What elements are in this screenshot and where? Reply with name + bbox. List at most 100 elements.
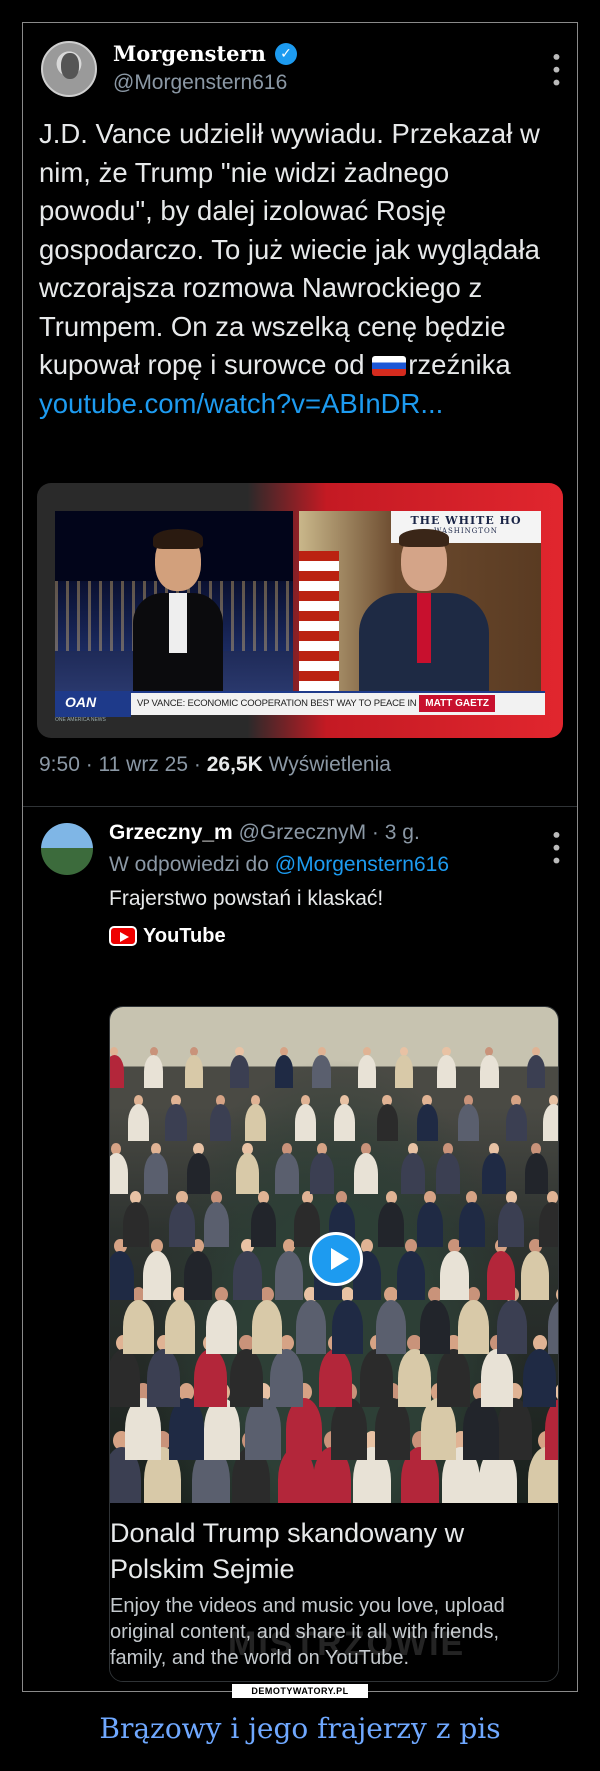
tweet-text: J.D. Vance udzielił wywiadu. Przekazał w… [39,115,567,423]
crowd-figure [496,1397,533,1460]
crowd-figure [419,1299,451,1354]
crowd-figure [524,1152,549,1195]
crowd-figure [458,1201,485,1248]
views-label: Wyświetlenia [268,753,391,776]
crowd-figure [144,1054,164,1088]
crowd-figure [394,1054,414,1088]
reply-text: Frajerstwo powstań i klaskać! [109,887,384,910]
reply-more-icon[interactable]: ••• [544,829,568,867]
youtube-label: YouTube [143,924,226,947]
tweet-text-body: J.D. Vance udzielił wywiadu. Przekazał w… [39,118,540,380]
crowd-figure [539,1201,558,1248]
youtube-source[interactable]: YouTube [109,921,226,951]
crowd-figure [416,1103,438,1141]
reply-header: Grzeczny_m @GrzecznyM · 3 g. [109,821,420,844]
crowd-figure [545,1397,558,1460]
tweet-date[interactable]: 11 wrz 25 [99,753,189,776]
crowd-figure [286,1397,322,1460]
crowd-figure [398,1348,432,1407]
reply-author-name[interactable]: Grzeczny_m [109,821,233,844]
crowd-figure [235,1152,260,1195]
crowd-figure [332,1299,363,1354]
crowd-figure [375,1299,407,1354]
reply-avatar[interactable] [41,823,93,875]
tweet-meta: 9:50 · 11 wrz 25 · 26,5K Wyświetlenia [39,753,391,776]
crowd-figure [275,1152,299,1195]
crowd-figure [122,1201,149,1248]
crowd-figure [357,1054,377,1088]
tweet-text-tail: rzeźnika [408,349,511,380]
crowd-figure [244,1103,266,1141]
play-icon[interactable] [309,1232,363,1286]
divider [23,806,577,807]
crowd-figure [437,1054,456,1088]
crowd-figure [526,1054,546,1088]
card-body: Donald Trump skandowany w Polskim Sejmie… [110,1503,558,1681]
site-badge[interactable]: DEMOTYWATORY.PL [232,1684,368,1698]
crowd-figure [245,1397,281,1460]
crowd-figure [186,1152,211,1195]
crowd-figure [480,1348,514,1407]
oan-subtitle: ONE AMERICA NEWS [55,717,106,723]
reply-to-link[interactable]: @Morgenstern616 [275,853,449,876]
crowd-figure [374,1397,411,1460]
crowd-figure [122,1299,154,1354]
crowd-figure [463,1397,499,1460]
crowd-figure [354,1152,378,1195]
crowd-figure [204,1397,240,1460]
crowd-figure [251,1299,283,1354]
tweet-link[interactable]: youtube.com/watch?v=ABInDR... [39,388,443,419]
crowd-figure [229,1348,263,1407]
crowd-figure [319,1348,353,1407]
crowd-figure [184,1250,213,1301]
crowd-figure [294,1103,316,1141]
author-avatar[interactable] [41,41,97,97]
tweet-time[interactable]: 9:50 [39,753,80,776]
crowd-head [556,1287,558,1303]
author-handle[interactable]: @Morgenstern616 [113,71,287,95]
crowd-figure [144,1152,168,1195]
card-title: Donald Trump skandowany w Polskim Sejmie [110,1518,465,1584]
youtube-icon [109,926,137,946]
crowd-figure [233,1250,262,1301]
crowd-figure [436,1152,460,1195]
reply-author-handle[interactable]: @GrzecznyM [239,821,367,844]
crowd-figure [110,1152,128,1195]
crowd-figure [169,1397,205,1460]
demotivator-frame: Morgenstern ✓ @Morgenstern616 ••• J.D. V… [22,22,578,1692]
author-name[interactable]: Morgenstern [113,41,266,66]
crowd-figure [203,1201,230,1248]
tweet-video[interactable]: THE WHITE HO WASHINGTON OAN VP VANCE: ECO… [37,483,563,738]
crowd-figure [295,1299,327,1354]
crowd-figure [440,1250,469,1301]
video-thumbnail[interactable] [110,1007,558,1503]
video-right-panel: THE WHITE HO WASHINGTON [299,511,541,697]
crowd-figure [110,1054,124,1088]
more-options-icon[interactable]: ••• [544,51,568,89]
show-name: MATT GAETZ [419,695,495,712]
crowd-figure [110,1250,135,1301]
news-ticker: OAN VP VANCE: ECONOMIC COOPERATION BEST … [55,691,545,717]
crowd-figure [125,1397,161,1460]
crowd-figure [505,1103,527,1141]
crowd-figure [523,1348,557,1407]
crowd-figure [420,1397,457,1460]
crowd-figure [270,1348,304,1407]
crowd-figure [312,1054,332,1088]
crowd-figure [147,1348,181,1407]
reply-age[interactable]: 3 g. [385,821,420,844]
crowd-figure [168,1201,195,1248]
crowd-figure [275,1250,304,1301]
crowd-figure [376,1103,398,1141]
youtube-card[interactable]: Donald Trump skandowany w Polskim Sejmie… [109,1006,559,1682]
crowd-figure [360,1348,394,1407]
crowd-figure [164,1299,196,1354]
crowd-figure [436,1348,470,1407]
crowd-figure [193,1348,227,1407]
host-figure [133,529,223,703]
crowd-figure [274,1054,294,1088]
crowd-figure [458,1299,490,1354]
crowd-figure [250,1201,277,1248]
crowd-figure [542,1103,558,1141]
us-flag-backdrop [299,551,339,697]
